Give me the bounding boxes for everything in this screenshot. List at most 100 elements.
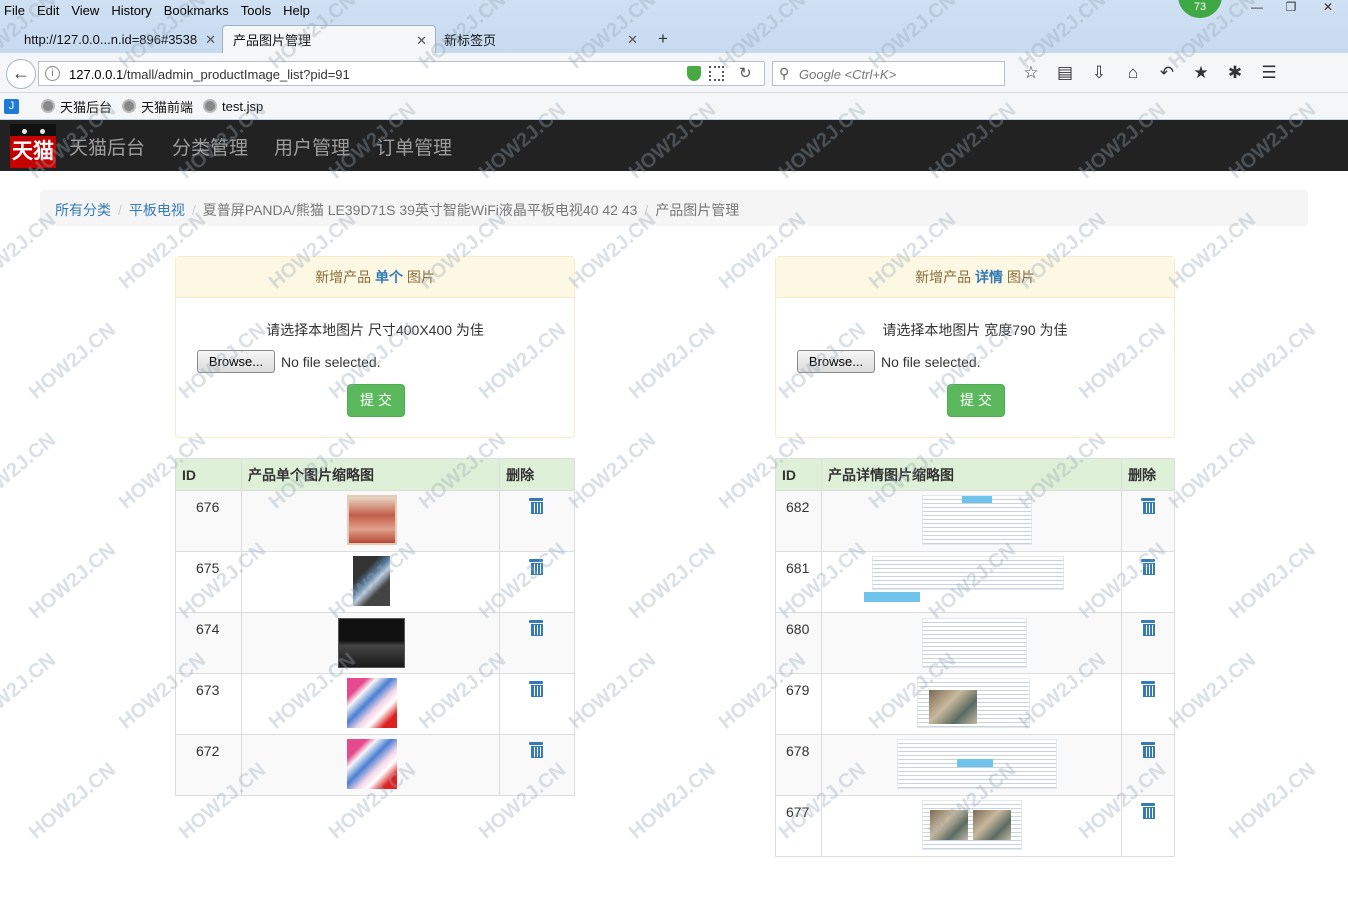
breadcrumb-all-categories[interactable]: 所有分类 (55, 202, 111, 218)
minimize-icon[interactable]: — (1240, 0, 1274, 18)
column-header-id: ID (175, 458, 242, 491)
trash-icon[interactable] (1141, 681, 1156, 697)
close-window-icon[interactable]: ✕ (1308, 0, 1348, 18)
app-navbar: 天猫 天猫后台 分类管理 用户管理 订单管理 (0, 120, 1348, 171)
bookmarks-bar: J 天猫后台 天猫前端 test.jsp (0, 93, 1348, 119)
image-id: 680 (775, 612, 822, 674)
tab-label: 新标签页 (444, 32, 497, 48)
watermark-text: HOW2J.CN (1224, 318, 1320, 404)
menu-edit[interactable]: Edit (37, 3, 59, 18)
upload-hint: 请选择本地图片 尺寸400X400 为佳 (266, 322, 484, 338)
table-row: 677 (775, 795, 1175, 857)
nav-admin-home[interactable]: 天猫后台 (69, 133, 145, 160)
menu-view[interactable]: View (71, 3, 99, 18)
tab-previous[interactable]: http://127.0.0...n.id=896#3538 ✕ (14, 25, 224, 53)
star-icon[interactable]: ☆ (1014, 63, 1048, 85)
menu-history[interactable]: History (111, 3, 151, 18)
submit-button[interactable]: 提 交 (947, 384, 1005, 417)
bookmark-menu-icon[interactable]: ★ (1184, 63, 1218, 85)
detail-banner (956, 759, 993, 767)
undo-icon[interactable]: ↶ (1150, 63, 1184, 85)
product-thumbnail[interactable] (352, 556, 390, 606)
watermark-text: HOW2J.CN (564, 648, 660, 734)
browse-button[interactable]: Browse... (797, 350, 875, 373)
trash-icon[interactable] (1141, 803, 1156, 819)
toolbar-icons: ☆ ▤ ⇩ ⌂ ↶ ★ ✱ ☰ (1014, 63, 1286, 85)
nav-order-manage[interactable]: 订单管理 (376, 133, 452, 160)
trash-icon[interactable] (1141, 620, 1156, 636)
extension-icon[interactable]: ✱ (1218, 63, 1252, 85)
close-tab-icon[interactable]: ✕ (205, 32, 216, 48)
qr-code-icon[interactable] (709, 66, 724, 81)
trash-icon[interactable] (529, 559, 544, 575)
menu-file[interactable]: File (4, 3, 25, 18)
globe-icon (203, 99, 218, 113)
watermark-text: HOW2J.CN (1224, 538, 1320, 624)
bookmark-tmall-admin[interactable]: 天猫后台 (41, 97, 112, 116)
tmall-logo[interactable]: 天猫 (10, 124, 56, 168)
upload-hint: 请选择本地图片 宽度790 为佳 (882, 322, 1068, 338)
trash-icon[interactable] (1141, 498, 1156, 514)
watermark-text: HOW2J.CN (24, 538, 120, 624)
trash-icon[interactable] (529, 742, 544, 758)
trash-icon[interactable] (529, 620, 544, 636)
download-icon[interactable]: ⇩ (1082, 63, 1116, 85)
trash-icon[interactable] (1141, 742, 1156, 758)
image-id: 672 (175, 734, 242, 796)
detail-photo (928, 690, 977, 724)
hamburger-menu-icon[interactable]: ☰ (1252, 63, 1286, 85)
tab-active[interactable]: 产品图片管理 ✕ (222, 25, 436, 53)
detail-thumbnail[interactable] (871, 556, 1064, 590)
watermark-text: HOW2J.CN (24, 758, 120, 844)
image-id: 682 (775, 490, 822, 552)
nav-category-manage[interactable]: 分类管理 (172, 133, 248, 160)
tab-label: http://127.0.0...n.id=896#3538 (24, 31, 198, 47)
product-thumbnail[interactable] (337, 618, 405, 668)
search-bar[interactable]: ⚲ Google <Ctrl+K> (772, 61, 1005, 86)
menu-tools[interactable]: Tools (241, 3, 271, 18)
trash-icon[interactable] (529, 498, 544, 514)
tab-new-page[interactable]: 新标签页 ✕ (434, 25, 646, 53)
close-tab-icon[interactable]: ✕ (416, 33, 427, 49)
table-row: 675 (175, 551, 575, 613)
restore-icon[interactable]: ❐ (1274, 0, 1308, 18)
detail-thumbnail[interactable] (921, 618, 1027, 668)
bookmark-test-jsp[interactable]: test.jsp (203, 99, 263, 114)
home-icon[interactable]: ⌂ (1116, 63, 1150, 85)
product-thumbnail[interactable] (346, 739, 397, 789)
detail-image-table: ID 产品详情图片缩略图 删除 682 681 680 679 678 677 (775, 458, 1175, 857)
product-thumbnail[interactable] (346, 678, 397, 728)
trash-icon[interactable] (529, 681, 544, 697)
submit-button[interactable]: 提 交 (347, 384, 405, 417)
product-thumbnail[interactable] (346, 495, 397, 545)
globe-icon (41, 99, 55, 113)
url-bar[interactable]: i 127.0.0.1/tmall/admin_productImage_lis… (38, 61, 765, 86)
reading-list-icon[interactable]: ▤ (1048, 63, 1082, 85)
menu-bookmarks[interactable]: Bookmarks (164, 3, 229, 18)
breadcrumb-category[interactable]: 平板电视 (129, 202, 185, 218)
table-row: 680 (775, 612, 1175, 674)
bookmark-tmall-front[interactable]: 天猫前端 (122, 97, 193, 116)
detail-banner (863, 592, 920, 602)
url-text: 127.0.0.1/tmall/admin_productImage_list?… (69, 67, 350, 82)
shield-icon[interactable] (687, 66, 701, 81)
browse-button[interactable]: Browse... (197, 350, 275, 373)
watermark-text: HOW2J.CN (24, 318, 120, 404)
close-tab-icon[interactable]: ✕ (627, 32, 638, 48)
reload-icon[interactable]: ↻ (739, 64, 752, 82)
breadcrumb-separator: / (644, 202, 649, 218)
info-icon[interactable]: i (45, 66, 60, 81)
image-id: 678 (775, 734, 822, 796)
watermark-text: HOW2J.CN (1164, 648, 1260, 734)
menu-help[interactable]: Help (283, 3, 310, 18)
image-id: 675 (175, 551, 242, 613)
trash-icon[interactable] (1141, 559, 1156, 575)
back-arrow-icon[interactable]: ← (6, 59, 36, 89)
nav-user-manage[interactable]: 用户管理 (274, 133, 350, 160)
table-row: 674 (175, 612, 575, 674)
new-tab-icon[interactable]: + (650, 29, 676, 51)
bookmark-app-icon[interactable]: J (4, 98, 31, 114)
watermark-text: HOW2J.CN (624, 758, 720, 844)
add-detail-image-panel: 新增产品 详情 图片 请选择本地图片 宽度790 为佳 Browse... No… (775, 256, 1175, 438)
image-id: 679 (775, 673, 822, 735)
